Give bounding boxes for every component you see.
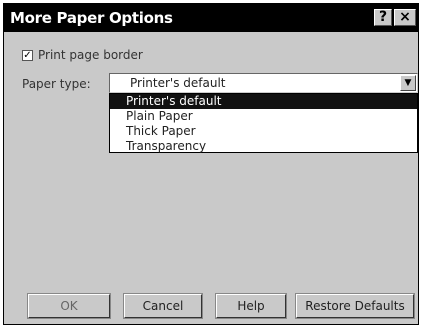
paper-type-label: Paper type: — [22, 77, 91, 91]
paper-type-selected-value: Printer's default — [130, 76, 226, 90]
dropdown-option-thick-paper[interactable]: Thick Paper — [110, 124, 417, 139]
cancel-button[interactable]: Cancel — [123, 293, 203, 319]
help-button[interactable]: Help — [215, 293, 287, 319]
title-bar[interactable]: More Paper Options ? × — [4, 4, 418, 32]
paper-type-select[interactable]: Printer's default ▼ — [109, 73, 418, 93]
print-page-border-label[interactable]: Print page border — [38, 48, 143, 62]
ok-button[interactable]: OK — [27, 293, 111, 319]
restore-defaults-button[interactable]: Restore Defaults — [295, 293, 415, 319]
window-title: More Paper Options — [10, 9, 173, 27]
dropdown-arrow-icon[interactable]: ▼ — [400, 75, 416, 91]
paper-type-dropdown-list: Printer's default Plain Paper Thick Pape… — [109, 93, 418, 153]
dropdown-option-printers-default[interactable]: Printer's default — [110, 94, 417, 109]
help-question-icon[interactable]: ? — [374, 9, 392, 26]
dropdown-option-plain-paper[interactable]: Plain Paper — [110, 109, 417, 124]
print-page-border-checkbox[interactable]: ✓ — [22, 50, 33, 61]
more-paper-options-dialog: More Paper Options ? × ✓ Print page bord… — [3, 3, 419, 325]
dropdown-option-transparency[interactable]: Transparency — [110, 139, 417, 154]
checkmark-icon: ✓ — [23, 50, 32, 61]
close-icon[interactable]: × — [394, 9, 416, 26]
